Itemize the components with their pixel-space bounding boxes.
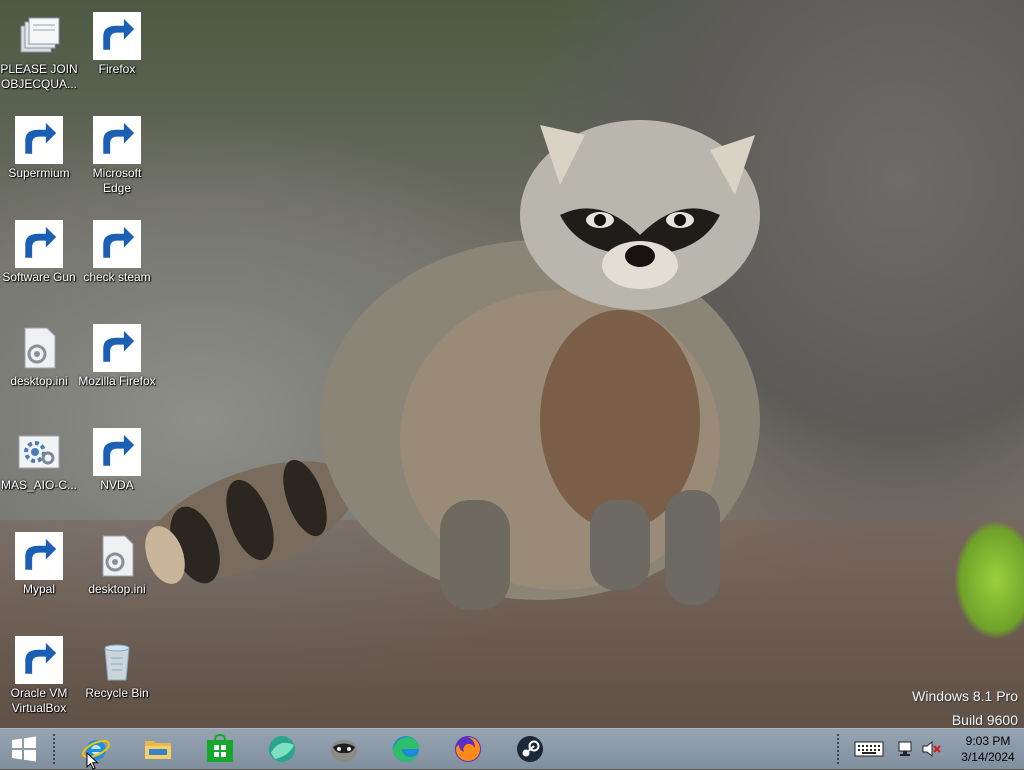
taskbar-firefox[interactable] [440,731,496,767]
shortcut-arrow-icon [93,220,141,268]
icon-label: desktop.ini [88,582,146,596]
clock-date: 3/14/2024 [961,750,1015,764]
taskbar-clock[interactable]: 9:03 PM 3/14/2024 [958,733,1018,765]
icon-label: Recycle Bin [85,686,149,700]
desktop-icon-supermium[interactable]: Supermium [0,110,78,210]
taskbar: 9:03 PM 3/14/2024 [0,728,1024,769]
shortcut-arrow-icon [93,324,141,372]
shortcut-arrow-icon [15,636,63,684]
taskbar-supermium[interactable] [254,731,310,767]
virtualbox-icon [15,636,63,684]
desktop-icon-software-gun[interactable]: Software Gun [0,214,78,314]
desktop-icon-check-steam[interactable]: check steam [78,214,156,314]
volume-muted-icon[interactable] [920,739,942,759]
windows-logo-icon [12,736,36,762]
icon-label: check steam [83,270,151,284]
documents-stack-icon [15,12,63,60]
settings-file-icon [15,324,63,372]
start-button[interactable] [0,731,48,767]
icon-label: Supermium [8,166,70,180]
taskbar-mypal[interactable] [316,731,372,767]
firefox-icon [93,12,141,60]
nvda-icon [93,428,141,476]
taskbar-file-explorer[interactable] [130,731,186,767]
firefox-icon [93,324,141,372]
icon-label: Oracle VM VirtualBox [10,686,68,715]
shortcut-arrow-icon [93,428,141,476]
tray-grip[interactable] [836,733,840,765]
desktop-icon-mas-aio[interactable]: MAS_AIO-C... [0,422,78,522]
shortcut-arrow-icon [15,116,63,164]
watermark-edition: Windows 8.1 Pro [912,688,1018,704]
mouse-pointer-icon [86,752,99,770]
store-icon [207,734,233,762]
edge-icon [93,116,141,164]
desktop-icon-mozilla-firefox[interactable]: Mozilla Firefox [78,318,156,418]
icon-label: Mozilla Firefox [78,374,156,388]
steam-icon [93,220,141,268]
icon-label: Mypal [22,582,55,596]
edge-icon [393,736,419,762]
icon-label: MAS_AIO-C... [0,478,77,492]
desktop-icon-nvda[interactable]: NVDA [78,422,156,522]
desktop-icon-firefox[interactable]: Firefox [78,6,156,106]
keyboard-icon[interactable] [854,739,884,759]
settings-file-icon [15,428,63,476]
supermium-icon [15,116,63,164]
taskbar-store[interactable] [192,731,248,767]
shortcut-arrow-icon [15,532,63,580]
steam-icon [517,736,543,762]
settings-file-icon [93,532,141,580]
taskbar-steam[interactable] [502,731,558,767]
desktop-icon-microsoft-edge[interactable]: Microsoft Edge [78,110,156,210]
taskbar-edge[interactable] [378,731,434,767]
icon-label: PLEASE JOIN OBJECQUA... [0,62,78,91]
desktop-icon-oracle-vm[interactable]: Oracle VM VirtualBox [0,630,78,730]
desktop-icon-please-join[interactable]: PLEASE JOIN OBJECQUA... [0,6,78,106]
system-tray: 9:03 PM 3/14/2024 [836,729,1024,769]
shortcut-arrow-icon [93,12,141,60]
desktop-icon-recycle-bin[interactable]: Recycle Bin [78,630,156,730]
desktop-icon-desktop-ini-1[interactable]: desktop.ini [0,318,78,418]
mypal-icon [331,740,357,762]
software-gun-icon [15,220,63,268]
network-icon[interactable] [896,739,918,759]
icon-label: Microsoft Edge [92,166,142,195]
icon-label: Software Gun [2,270,76,284]
mypal-icon [15,532,63,580]
shortcut-arrow-icon [15,220,63,268]
windows-watermark: Windows 8.1 Pro Build 9600 [912,684,1018,732]
recycle-bin-icon [93,636,141,684]
supermium-icon [269,736,295,762]
firefox-icon [455,736,481,762]
icon-label: Firefox [98,62,136,76]
folder-icon [145,741,171,759]
desktop-icon-mypal[interactable]: Mypal [0,526,78,626]
taskbar-grip[interactable] [52,733,56,765]
icon-label: NVDA [100,478,134,492]
icon-label: desktop.ini [10,374,68,388]
desktop-icon-desktop-ini-2[interactable]: desktop.ini [78,526,156,626]
shortcut-arrow-icon [93,116,141,164]
clock-time: 9:03 PM [965,734,1011,748]
